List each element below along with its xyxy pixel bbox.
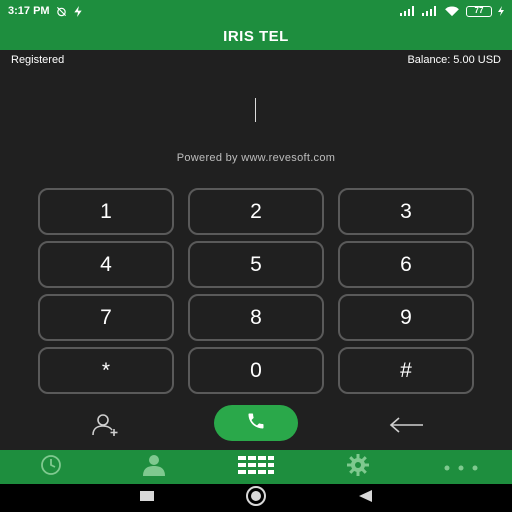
- registration-status: Registered: [11, 54, 65, 66]
- nav-more[interactable]: [431, 450, 491, 484]
- settings-icon: [346, 453, 370, 482]
- key-7-label: 7: [100, 305, 112, 329]
- key-1[interactable]: 1: [38, 188, 174, 235]
- status-bar: 3:17 PM 77: [0, 0, 512, 22]
- key-2-label: 2: [250, 199, 262, 223]
- app-title: IRIS TEL: [223, 27, 289, 45]
- key-8-label: 8: [250, 305, 262, 329]
- key-0[interactable]: 0: [188, 347, 324, 394]
- balance-label: Balance: 5.00 USD: [407, 54, 501, 66]
- dialer-panel: Registered Balance: 5.00 USD Powered by …: [0, 50, 512, 450]
- bolt-icon: [73, 5, 83, 17]
- signal-icon-1: [400, 6, 416, 16]
- signal-icon-2: [422, 6, 438, 16]
- more-icon: [444, 458, 478, 476]
- key-5-label: 5: [250, 252, 262, 276]
- number-input-cursor[interactable]: [255, 98, 256, 122]
- key-3-label: 3: [400, 199, 412, 223]
- key-star-label: *: [101, 358, 111, 382]
- key-8[interactable]: 8: [188, 294, 324, 341]
- wifi-icon: [444, 6, 460, 17]
- status-time: 3:17 PM: [8, 5, 50, 17]
- key-6-label: 6: [400, 252, 412, 276]
- contacts-icon: [141, 454, 167, 481]
- nav-dialpad[interactable]: [226, 450, 286, 484]
- recents-button[interactable]: [139, 489, 155, 507]
- bottom-nav: [0, 450, 512, 484]
- call-button[interactable]: [214, 405, 298, 441]
- add-contact-icon[interactable]: [86, 412, 126, 438]
- key-star[interactable]: *: [38, 347, 174, 394]
- nav-contacts[interactable]: [124, 450, 184, 484]
- app-bar: IRIS TEL: [0, 22, 512, 50]
- key-5[interactable]: 5: [188, 241, 324, 288]
- info-row: Registered Balance: 5.00 USD: [0, 54, 512, 70]
- history-icon: [40, 454, 62, 481]
- charging-icon: [498, 6, 504, 16]
- key-4[interactable]: 4: [38, 241, 174, 288]
- dialpad-icon: [237, 455, 274, 479]
- key-2[interactable]: 2: [188, 188, 324, 235]
- key-6[interactable]: 6: [338, 241, 474, 288]
- powered-by-text: Powered by www.revesoft.com: [176, 152, 336, 164]
- key-1-label: 1: [100, 199, 112, 223]
- back-button[interactable]: [357, 489, 373, 508]
- system-nav-bar: [0, 484, 512, 512]
- key-7[interactable]: 7: [38, 294, 174, 341]
- nav-settings[interactable]: [328, 450, 388, 484]
- phone-icon: [246, 411, 266, 436]
- key-9-label: 9: [400, 305, 412, 329]
- key-hash[interactable]: #: [338, 347, 474, 394]
- backspace-arrow-icon[interactable]: [386, 412, 428, 438]
- battery-indicator: 77: [466, 5, 492, 17]
- nav-history[interactable]: [21, 450, 81, 484]
- key-4-label: 4: [100, 252, 112, 276]
- key-9[interactable]: 9: [338, 294, 474, 341]
- key-hash-label: #: [400, 358, 412, 382]
- alarm-off-icon: [56, 6, 67, 17]
- home-button[interactable]: [245, 485, 267, 512]
- key-3[interactable]: 3: [338, 188, 474, 235]
- key-0-label: 0: [250, 358, 262, 382]
